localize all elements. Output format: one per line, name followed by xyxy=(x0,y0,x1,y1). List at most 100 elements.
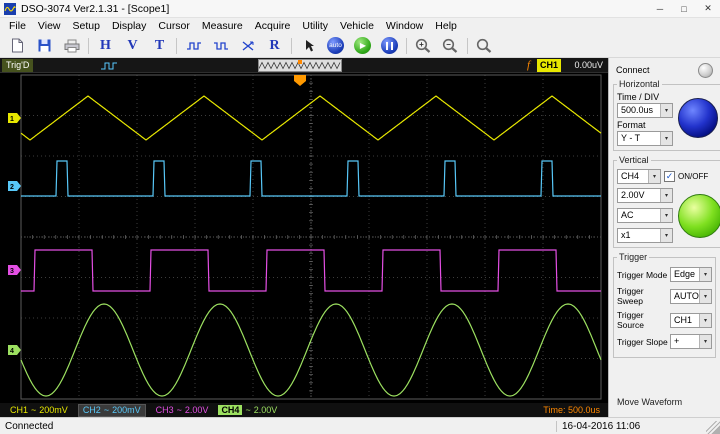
toolbar-zoom-out[interactable]: − xyxy=(438,35,463,56)
chevron-down-icon: ▾ xyxy=(648,170,660,183)
trigger-position-marker[interactable] xyxy=(294,75,306,86)
channel-readout-ch1[interactable]: CH1 ~200mV xyxy=(10,404,68,417)
toolbar-separator xyxy=(291,37,292,54)
menu-measure[interactable]: Measure xyxy=(196,19,249,33)
trigger-group-title: Trigger xyxy=(619,252,648,262)
menu-view[interactable]: View xyxy=(32,19,67,33)
trigger-sweep-value: AUTO xyxy=(674,290,699,301)
time-div-select[interactable]: 500.0us ▾ xyxy=(617,103,673,118)
time-div-value: 500.0us xyxy=(621,105,654,115)
toolbar-zoom-reset[interactable] xyxy=(472,35,497,56)
chevron-down-icon: ▾ xyxy=(660,229,672,242)
channel-name: CH4 xyxy=(218,405,243,415)
chevron-down-icon: ▾ xyxy=(660,104,672,117)
trigger-source-row: Trigger Source CH1 ▾ xyxy=(617,310,712,330)
cursor-tool-icon xyxy=(303,39,315,53)
trigger-source-label: Trigger Source xyxy=(617,310,644,330)
trigger-mode-value: Edge xyxy=(674,269,696,279)
toolbar-new[interactable] xyxy=(5,35,30,56)
menu-setup[interactable]: Setup xyxy=(67,19,106,33)
menu-acquire[interactable]: Acquire xyxy=(249,19,297,33)
resize-grip[interactable] xyxy=(706,421,720,434)
format-select[interactable]: Y - T ▾ xyxy=(617,131,673,146)
trigger-mode-row: Trigger Mode Edge ▾ xyxy=(617,267,712,282)
vertical-channel-select[interactable]: CH4 ▾ xyxy=(617,169,661,184)
xy-mode-icon xyxy=(241,40,255,52)
window-controls: ─ □ ✕ xyxy=(648,0,720,17)
toolbar-cursor-tool[interactable] xyxy=(296,35,321,56)
connect-label: Connect xyxy=(616,65,650,75)
toolbar-save[interactable] xyxy=(32,35,57,56)
chevron-down-icon: ▾ xyxy=(660,209,672,222)
trigger-mode-select[interactable]: Edge ▾ xyxy=(670,267,712,282)
vertical-group-title: Vertical xyxy=(619,155,649,165)
record-preview-waveform xyxy=(258,60,341,70)
vertical-group: Vertical CH4 ▾ ✓ ON/OFF 2.00V ▾ AC ▾ x1 … xyxy=(613,155,720,248)
svg-text:4: 4 xyxy=(10,348,14,355)
trigger-source-select[interactable]: CH1 ▾ xyxy=(670,312,712,328)
toolbar-refresh[interactable]: R xyxy=(262,35,287,56)
horizontal-position-knob[interactable] xyxy=(678,98,718,138)
waveform-ch2 xyxy=(21,160,601,197)
channel-scale: 2.00V xyxy=(253,405,278,415)
channel-readout-ch2[interactable]: CH2 ~200mV xyxy=(77,403,146,417)
chevron-down-icon: ▾ xyxy=(660,132,672,145)
record-preview[interactable] xyxy=(258,59,342,72)
print-icon xyxy=(64,39,80,53)
run-icon: ▶ xyxy=(354,37,371,54)
menu-utility[interactable]: Utility xyxy=(296,19,334,33)
menu-cursor[interactable]: Cursor xyxy=(152,19,196,33)
waveform-mode-2-icon xyxy=(213,40,229,52)
trigger-sweep-select[interactable]: AUTO ▾ xyxy=(670,288,712,304)
trigger-slope-select[interactable]: + ▾ xyxy=(670,334,712,349)
toolbar-run[interactable]: ▶ xyxy=(350,35,375,56)
coupling-select[interactable]: AC ▾ xyxy=(617,208,673,223)
toolbar: H V T Rauto ▶ + − xyxy=(0,34,720,58)
trigger-slope-value: + xyxy=(674,336,680,346)
toolbar-trigger-setup[interactable]: T xyxy=(147,35,172,56)
menu-display[interactable]: Display xyxy=(106,19,152,33)
channel-name: CH3 xyxy=(155,405,174,415)
channel-readout-ch4[interactable]: CH4 ~2.00V xyxy=(218,404,277,417)
zoom-out-icon: − xyxy=(442,38,459,54)
toolbar-zoom-in[interactable]: + xyxy=(411,35,436,56)
control-panel: Connect Horizontal Time / DIV 500.0us ▾ … xyxy=(608,58,720,417)
channel-onoff-checkbox[interactable]: ✓ xyxy=(664,171,675,182)
toolbar-vertical-setup[interactable]: V xyxy=(120,35,145,56)
probe-select[interactable]: x1 ▾ xyxy=(617,228,673,243)
menu-file[interactable]: File xyxy=(3,19,32,33)
trigger-sweep-row: Trigger Sweep AUTO ▾ xyxy=(617,286,712,306)
toolbar-xy-mode[interactable] xyxy=(235,35,260,56)
toolbar-waveform-mode-2[interactable] xyxy=(208,35,233,56)
minimize-button[interactable]: ─ xyxy=(648,0,672,17)
toolbar-print[interactable] xyxy=(59,35,84,56)
vertical-scale-select[interactable]: 2.00V ▾ xyxy=(617,188,673,203)
channel-scale: 2.00V xyxy=(184,405,209,415)
scope-display[interactable]: 1 2 3 4 xyxy=(8,73,604,403)
toolbar-waveform-mode[interactable] xyxy=(181,35,206,56)
toolbar-auto-set[interactable]: auto xyxy=(323,35,348,56)
pause-bars-icon xyxy=(386,41,393,50)
toolbar-pause[interactable] xyxy=(377,35,402,56)
chevron-down-icon: ▾ xyxy=(699,289,711,303)
menu-help[interactable]: Help xyxy=(429,19,463,33)
zoom-in-icon: + xyxy=(415,38,432,54)
menu-window[interactable]: Window xyxy=(380,19,429,33)
channel-readout-ch3[interactable]: CH3 ~2.00V xyxy=(156,404,209,417)
connect-button[interactable] xyxy=(698,62,713,78)
menu-vehicle[interactable]: Vehicle xyxy=(334,19,380,33)
horizontal-group: Horizontal Time / DIV 500.0us ▾ Format Y… xyxy=(613,79,720,151)
toolbar-separator xyxy=(406,37,407,54)
channel-readout-bar: CH1 ~200mV CH2 ~200mV CH3 ~2.00V CH4 ~2.00V Time… xyxy=(0,403,608,417)
close-button[interactable]: ✕ xyxy=(696,0,720,17)
trigger-freq-icon: f xyxy=(527,59,531,71)
title-bar: DSO-3074 Ver2.1.31 - [Scope1] ─ □ ✕ xyxy=(0,0,720,18)
maximize-button[interactable]: □ xyxy=(672,0,696,17)
coupling-value: AC xyxy=(621,210,634,220)
toolbar-horizontal-setup[interactable]: H xyxy=(93,35,118,56)
svg-text:−: − xyxy=(446,40,451,49)
app-icon xyxy=(4,2,16,15)
format-label: Format xyxy=(617,120,646,130)
svg-text:1: 1 xyxy=(10,116,14,123)
vertical-position-knob[interactable] xyxy=(678,193,720,238)
